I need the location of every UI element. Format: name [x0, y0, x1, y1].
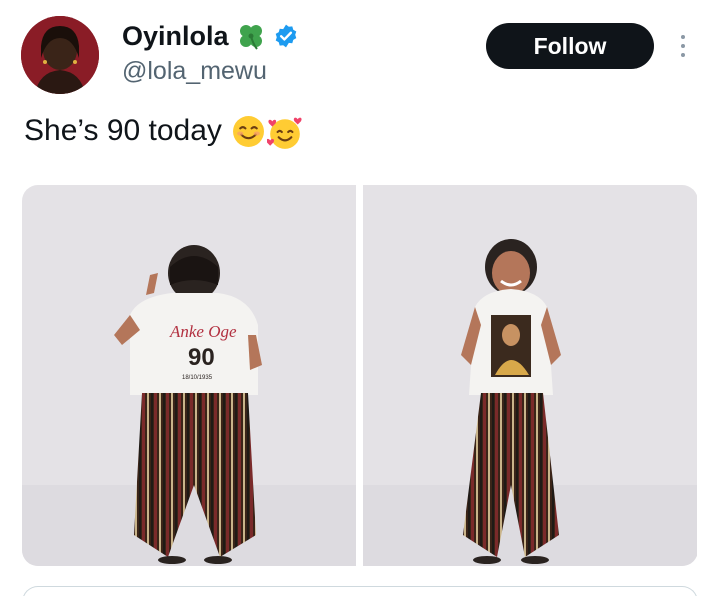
photo-back-view[interactable]: Anke Oge 90 18/10/1935 [22, 185, 356, 566]
author-handle[interactable]: @lola_mewu [122, 56, 267, 86]
shirt-text-name: Anke Oge [169, 322, 237, 341]
author-display-name[interactable]: Oyinlola [122, 20, 229, 52]
next-card-edge [22, 586, 698, 596]
shirt-text-date: 18/10/1935 [182, 375, 213, 381]
more-dot [681, 44, 685, 48]
media-grid: Anke Oge 90 18/10/1935 [22, 185, 698, 566]
photo-front-view[interactable] [363, 185, 697, 566]
tweet-text: She’s 90 today [24, 114, 222, 147]
more-dot [681, 53, 685, 57]
verified-badge-icon [273, 23, 299, 49]
smiling-face-with-hearts-icon [266, 115, 302, 149]
author-avatar[interactable] [21, 16, 99, 94]
more-dot [681, 35, 685, 39]
more-vertical-icon[interactable] [670, 28, 696, 64]
tweet-text-row: She’s 90 today [24, 112, 302, 150]
tweet-header: Oyinlola @lola_mewu Follow [0, 0, 720, 100]
author-name-row: Oyinlola [122, 20, 299, 52]
follow-button[interactable]: Follow [486, 23, 654, 69]
shirt-text-age: 90 [188, 344, 215, 371]
smiling-face-with-smiling-eyes-icon [232, 115, 265, 148]
four-leaf-clover-icon [237, 22, 265, 50]
